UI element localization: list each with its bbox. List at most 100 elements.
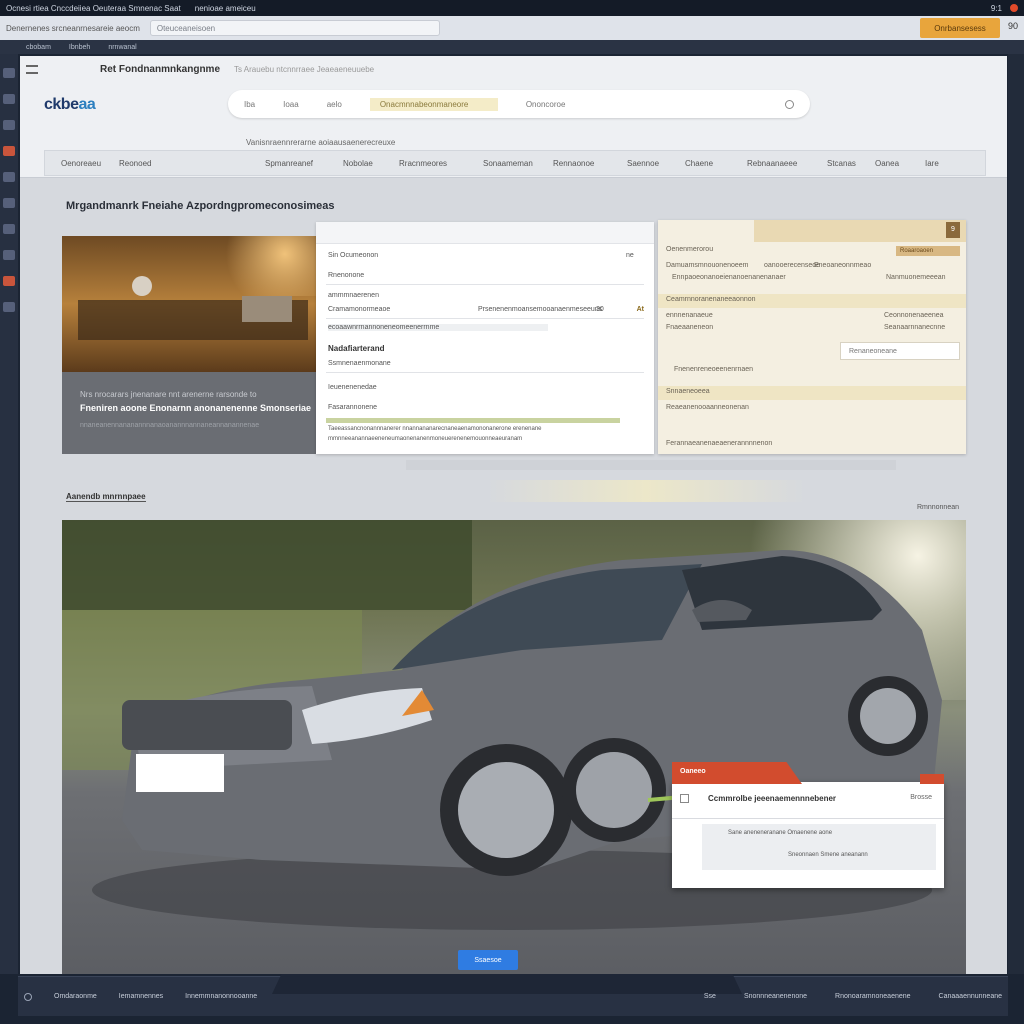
status-item[interactable]: Innemmnanonnooanne [185, 993, 257, 1000]
dock-app-icon[interactable] [3, 146, 15, 156]
dock-app-icon[interactable] [3, 68, 15, 78]
nav-item[interactable]: Oanea [859, 159, 909, 168]
status-item[interactable]: Sse [704, 993, 716, 1000]
popup-close-tab[interactable] [920, 774, 944, 784]
popup-action[interactable]: Brosse [910, 794, 932, 801]
globe-icon[interactable] [24, 992, 32, 1001]
report-header [754, 220, 966, 242]
hamburger-menu-icon[interactable] [26, 64, 38, 74]
form-row: Ssmnenaenmonane [328, 360, 391, 367]
bookmark-item[interactable]: cbobam [26, 44, 51, 51]
address-bar[interactable]: Oteuceaneisoen [149, 20, 440, 36]
report-card: 9 Oenenmerorou Roaaroaoen Damuamsmnouone… [658, 220, 966, 454]
page-tab-subtitle: Ts Arauebu ntcnnrraee Jeaeaeneuuebe [234, 64, 375, 74]
form-footnote: mmnneeanannaeeneneumaonenanenmoneuerenen… [328, 436, 523, 442]
form-row-right: ne [626, 252, 634, 259]
notification-icon[interactable] [1010, 4, 1018, 12]
status-item[interactable]: Canaaaennunneane [939, 993, 1002, 1000]
car-grille [122, 700, 292, 750]
nav-item[interactable]: Reonoed [103, 159, 249, 168]
search-field-3[interactable]: aelo [327, 100, 342, 109]
web-page: Ret Fondnanmnkangnme Ts Arauebu ntcnnrra… [20, 56, 1007, 974]
search-field-4[interactable]: Ononcoroe [526, 100, 566, 109]
form-field-number: 30 [596, 306, 604, 313]
form-footnote: Taeeassancnonannnanerer nnannananarecnan… [328, 426, 542, 432]
dock-app-icon[interactable] [3, 302, 15, 312]
form-field[interactable]: Cramamonormeaoe [328, 306, 390, 313]
status-item[interactable]: Rnonoaramnoneaenene [835, 993, 911, 1000]
form-header [316, 222, 654, 244]
diagnostic-popup[interactable]: Oaneeo Ccmmrolbe jeeenaemennnebener Bros… [672, 762, 944, 888]
site-logo[interactable]: ckbeaa [44, 96, 96, 114]
form-row: ammmnaerenen [328, 292, 379, 299]
os-sub: nenioae ameiceu [194, 3, 256, 13]
nav-item[interactable]: Saennoe [611, 159, 669, 168]
nav-item[interactable]: Rebnaanaeee [731, 159, 811, 168]
search-icon[interactable] [785, 99, 794, 109]
nav-item[interactable]: Iare [909, 159, 949, 168]
popup-checkbox[interactable] [680, 794, 689, 803]
search-field-1[interactable]: Iba [244, 100, 255, 109]
carousel-strip [406, 460, 896, 470]
form-tag: At [636, 306, 644, 313]
dock-app-icon[interactable] [3, 120, 15, 130]
nav-item[interactable]: Chaene [669, 159, 731, 168]
bookmark-item[interactable]: nrnwanal [108, 44, 136, 51]
workshop-photo [62, 236, 316, 372]
browser-accent-button[interactable]: Onrbansesess [920, 18, 1000, 38]
right-dock [1008, 54, 1024, 974]
extension-icon[interactable]: 90 [1008, 21, 1018, 31]
form-row: ecoaawnrrnannoneneomeenerrnme [328, 324, 548, 331]
logo-accent: aa [78, 96, 96, 113]
divider [672, 818, 944, 819]
report-action-button[interactable]: Renaneoneane [840, 342, 960, 360]
primary-button[interactable]: Ssaesoe [458, 950, 518, 970]
status-item[interactable]: Iemamnennes [119, 993, 163, 1000]
car-rear-rim [576, 752, 652, 828]
form-section-title: Nadafiarterand [328, 344, 385, 353]
page-header: Ret Fondnanmnkangnme Ts Arauebu ntcnnrra… [20, 56, 1007, 178]
report-row: ennnenanaeue [666, 312, 713, 319]
os-tray: 9:1 [991, 4, 1018, 13]
report-row: oanooerecenseoe [764, 262, 821, 269]
tool-shape [132, 276, 152, 296]
report-row: Snnaeneoeea [666, 388, 710, 395]
report-row: Eneoaneonnmeao [814, 262, 872, 269]
dock-app-icon[interactable] [3, 224, 15, 234]
search-highlight[interactable]: Onacmnnabeonmaneore [369, 97, 498, 111]
dock-app-icon[interactable] [3, 172, 15, 182]
workshop-card[interactable]: Nrs nrocarars jnenanare nnt arenerne rar… [62, 236, 316, 454]
status-left-group: Omdaraonme Iemamnennes Innemmnanonnooann… [24, 992, 257, 1001]
report-tag[interactable]: Roaaroaoen [896, 246, 960, 256]
report-row: Reaeanenooaanneonenan [666, 404, 749, 411]
browser-tab[interactable]: Denernenes srcneanrnesareie aeocm [6, 24, 140, 33]
popup-line: Sane aneneneranane Omaenene aone [728, 830, 833, 836]
nav-item[interactable]: Spmanreanef [249, 159, 327, 168]
nav-item[interactable]: Rennaonoe [537, 159, 611, 168]
nav-item[interactable]: Rracnmeores [383, 159, 467, 168]
highlight-strip [486, 480, 806, 502]
dock-app-icon[interactable] [3, 250, 15, 260]
report-row: Fnenenreneoeenenrnaen [674, 366, 754, 373]
subsection-heading[interactable]: Aanendb mnrnnpaee [66, 492, 146, 502]
status-item[interactable]: Snonnneanenenone [744, 993, 807, 1000]
report-row: Nanmuonemeeean [886, 274, 946, 281]
subsection-link[interactable]: Rmnnonnean [917, 504, 959, 511]
workshop-detail: nnaneanennananannnanaoanannnannaneannana… [80, 422, 260, 429]
logo-text: ckbe [44, 96, 79, 113]
dock-app-icon[interactable] [3, 276, 15, 286]
lamp-glow [212, 236, 316, 296]
search-bar[interactable]: Iba Ioaa aelo Onacmnnabeonmaneore Ononco… [228, 90, 810, 118]
dock-app-icon[interactable] [3, 94, 15, 104]
nav-item[interactable]: Stcanas [811, 159, 859, 168]
bookmark-item[interactable]: Ibnbeh [69, 44, 90, 51]
report-row: Ceamrnnoranenaneeaonnon [666, 296, 756, 303]
dock-app-icon[interactable] [3, 198, 15, 208]
status-item[interactable]: Omdaraonme [54, 993, 97, 1000]
nav-item[interactable]: Nobolae [327, 159, 383, 168]
popup-tab[interactable]: Oaneeo [672, 762, 802, 784]
search-field-2[interactable]: Ioaa [283, 100, 299, 109]
report-badge[interactable]: 9 [946, 222, 960, 238]
nav-item[interactable]: Sonaameman [467, 159, 537, 168]
nav-item[interactable]: Oenoreaeu [45, 159, 103, 168]
